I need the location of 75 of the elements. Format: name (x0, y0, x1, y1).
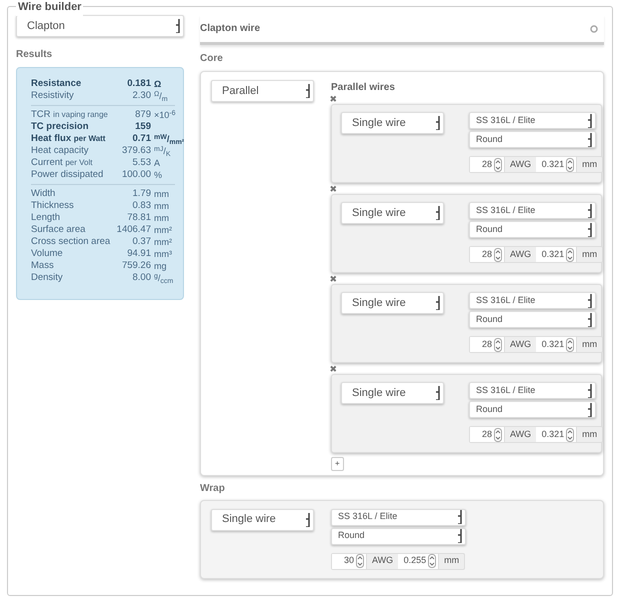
result-unit: mm³ (153, 248, 172, 260)
fieldset-legend: Wire builder (16, 0, 84, 16)
remove-button[interactable]: ✖ (329, 365, 338, 374)
result-unit: mm² (153, 224, 172, 236)
result-unit: mm² (153, 236, 172, 248)
dropdown[interactable]: SS 316L / Elite (469, 292, 596, 309)
result-label: Surface area (31, 224, 86, 236)
result-label: Power dissipated (31, 169, 104, 181)
result-value: 100.00 (120, 169, 151, 181)
result-value: 78.81 (126, 212, 151, 224)
dropdown[interactable]: Round (469, 131, 596, 148)
result-unit: A (153, 157, 160, 169)
dropdown[interactable]: Parallel (211, 80, 314, 102)
result-value: 5.53 (132, 157, 151, 169)
dropdown[interactable]: Round (331, 528, 466, 544)
result-value: 0.71 (132, 133, 151, 145)
section-heading: Results (16, 48, 54, 62)
result-unit: ×10$^{-6}$ (153, 109, 176, 121)
remove-button[interactable]: ✖ (329, 185, 338, 194)
result-label: Heat capacity (31, 145, 90, 157)
section-heading: Core (200, 52, 224, 66)
section-heading: Wrap (200, 482, 226, 496)
result-unit: $^{g}$/$_{ccm}$ (153, 272, 174, 284)
result-unit: $^{mW}$/$_{mm²}$ (153, 133, 184, 145)
result-label: Width (31, 188, 56, 200)
dropdown[interactable]: Round (469, 221, 596, 238)
dropdown[interactable]: SS 316L / Elite (469, 382, 596, 399)
result-unit: % (153, 169, 162, 181)
result-label: Resistivity (31, 90, 75, 102)
result-label: Heat flux per Watt (31, 133, 106, 145)
result-value: 879 (134, 109, 151, 121)
dropdown[interactable]: SS 316L / Elite (469, 112, 596, 129)
result-value: 159 (134, 121, 151, 133)
result-unit: $^{Ω}$/$_{m}$ (153, 90, 168, 102)
remove-button[interactable]: ✖ (329, 95, 338, 104)
result-value: 2.30 (132, 90, 151, 102)
result-unit: mm (153, 212, 169, 224)
result-value: 0.181 (126, 78, 151, 90)
result-value: 0.83 (132, 200, 151, 212)
result-label: Thickness (31, 200, 75, 212)
add-button[interactable]: + (331, 457, 344, 471)
result-unit: Ω (153, 78, 162, 90)
result-value: 759.26 (120, 260, 151, 272)
result-unit: mg (153, 260, 167, 272)
result-label: Volume (31, 248, 64, 260)
result-value: 0.37 (132, 236, 151, 248)
dropdown[interactable]: Single wire (341, 202, 444, 224)
dropdown[interactable]: SS 316L / Elite (469, 202, 596, 219)
list-title: Parallel wires (331, 81, 396, 95)
dropdown[interactable]: Single wire (341, 292, 444, 314)
result-label: TCR in vaping range (31, 109, 109, 121)
result-label: Length (31, 212, 62, 224)
panel-title: Clapton wire (200, 22, 260, 36)
dropdown[interactable]: SS 316L / Elite (331, 508, 466, 526)
result-value: 94.91 (126, 248, 151, 260)
result-label: Resistance (31, 78, 82, 90)
result-label: Cross section area (31, 236, 112, 248)
result-label: Current per Volt (31, 157, 94, 169)
result-unit: mm (153, 200, 169, 212)
result-label: Mass (31, 260, 55, 272)
dropdown[interactable]: Single wire (341, 112, 444, 134)
result-value: 8.00 (132, 272, 151, 284)
result-label: Density (31, 272, 64, 284)
dropdown[interactable]: Round (469, 311, 596, 328)
result-unit: mm (153, 188, 169, 200)
result-value: 1406.47 (116, 224, 151, 236)
dropdown[interactable]: Single wire (341, 382, 444, 404)
result-value: 379.63 (120, 145, 151, 157)
dropdown[interactable]: Single wire (211, 508, 314, 530)
result-unit: $^{mJ}$/$_{K}$ (153, 145, 171, 157)
result-value: 1.79 (132, 188, 151, 200)
dropdown[interactable]: Clapton (16, 15, 184, 37)
dropdown[interactable]: Round (469, 401, 596, 418)
result-label: TC precision (31, 121, 90, 133)
remove-button[interactable]: ✖ (329, 275, 338, 284)
